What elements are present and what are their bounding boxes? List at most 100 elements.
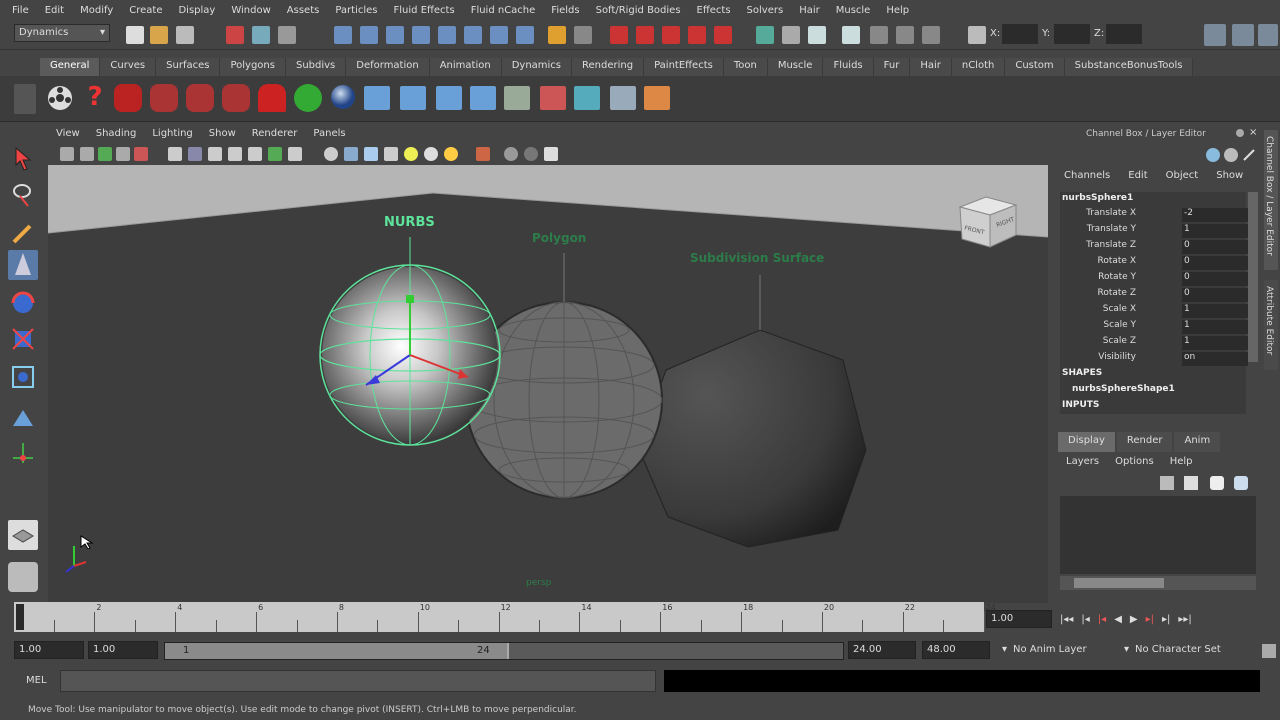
menu-help[interactable]: Help: [878, 5, 917, 16]
channel-menu-channels[interactable]: Channels: [1064, 170, 1110, 184]
render-4-icon[interactable]: [222, 84, 250, 112]
menu-file[interactable]: File: [4, 5, 37, 16]
menu-effects[interactable]: Effects: [689, 5, 739, 16]
joint-3-icon[interactable]: [436, 86, 462, 110]
sphere-icon[interactable]: [330, 84, 356, 110]
panel-menu-view[interactable]: View: [48, 128, 88, 144]
menu-soft-rigid-bodies[interactable]: Soft/Rigid Bodies: [588, 5, 689, 16]
channel-value[interactable]: 1: [1182, 224, 1248, 238]
channel-menu-show[interactable]: Show: [1216, 170, 1243, 184]
menu-create[interactable]: Create: [121, 5, 170, 16]
shelf-tab-general[interactable]: General: [40, 58, 101, 76]
wireframe-on-shaded-icon[interactable]: [364, 147, 378, 161]
go-to-start-icon[interactable]: |◂◂: [1060, 614, 1073, 625]
snap-curve-icon[interactable]: [360, 26, 378, 44]
shelf-tab-deformation[interactable]: Deformation: [346, 58, 430, 76]
help-question-icon[interactable]: ?: [84, 82, 106, 112]
channel-value[interactable]: 0: [1182, 272, 1248, 286]
rotate-tool-icon[interactable]: [8, 288, 38, 318]
cache-icon[interactable]: [610, 86, 636, 110]
channel-value[interactable]: -2: [1182, 208, 1248, 222]
shelf-tab-custom[interactable]: Custom: [1005, 58, 1065, 76]
render-current-icon[interactable]: [756, 26, 774, 44]
select-component-icon[interactable]: [278, 26, 296, 44]
channel-row-rotate-x[interactable]: Rotate X 0: [1064, 256, 1254, 272]
show-attribute-editor-icon[interactable]: [1204, 24, 1226, 46]
construction-history-icon[interactable]: [574, 26, 592, 44]
panel-menu-renderer[interactable]: Renderer: [244, 128, 306, 144]
joint-2-icon[interactable]: [400, 86, 426, 110]
shelf-tab-ncloth[interactable]: nCloth: [951, 58, 1006, 76]
channel-row-scale-z[interactable]: Scale Z 1: [1064, 336, 1254, 352]
menu-fields[interactable]: Fields: [543, 5, 587, 16]
command-input[interactable]: [60, 670, 656, 692]
help-query-icon[interactable]: [516, 26, 534, 44]
isolate-select-icon[interactable]: [476, 147, 490, 161]
render-2-icon[interactable]: [150, 84, 178, 112]
play-backwards-icon[interactable]: ◀: [1114, 614, 1122, 625]
animation-end-field[interactable]: 48.00: [922, 641, 990, 659]
save-scene-icon[interactable]: [176, 26, 194, 44]
shelf-tab-substancebonustools[interactable]: SubstanceBonusTools: [1064, 58, 1194, 76]
perspective-viewport[interactable]: NURBS Polygon Subdivision Surface persp …: [48, 165, 1048, 603]
shelf-menu-icon[interactable]: [14, 84, 36, 114]
channel-value[interactable]: 0: [1182, 240, 1248, 254]
playback-start-field[interactable]: 1.00: [88, 641, 158, 659]
channel-box-side-tab[interactable]: Channel Box / Layer Editor: [1264, 130, 1278, 270]
channel-row-scale-x[interactable]: Scale X 1: [1064, 304, 1254, 320]
show-manipulator-icon[interactable]: [8, 438, 38, 468]
move-tool-icon[interactable]: [8, 250, 38, 280]
channel-value[interactable]: 0: [1182, 288, 1248, 302]
green-arrow-icon[interactable]: [294, 84, 322, 112]
channel-value[interactable]: 1: [1182, 336, 1248, 350]
snap-grid-icon[interactable]: [334, 26, 352, 44]
ipr-render-icon[interactable]: [782, 26, 800, 44]
layer-menu-help[interactable]: Help: [1170, 456, 1193, 470]
bookmark-icon[interactable]: [98, 147, 112, 161]
menu-set-dropdown[interactable]: Dynamics ▾: [14, 24, 110, 42]
absolute-transform-icon[interactable]: [968, 26, 986, 44]
shelf-tab-surfaces[interactable]: Surfaces: [156, 58, 221, 76]
scale-tool-icon[interactable]: [8, 324, 38, 354]
shelf-tab-dynamics[interactable]: Dynamics: [501, 58, 573, 76]
new-layer-selected-icon[interactable]: [1184, 476, 1198, 490]
input-line-icon[interactable]: [870, 26, 888, 44]
shelf-tab-polygons[interactable]: Polygons: [220, 58, 286, 76]
range-slider[interactable]: 1 24: [164, 642, 844, 660]
channel-row-rotate-z[interactable]: Rotate Z 0: [1064, 288, 1254, 304]
snap-magnet-5-icon[interactable]: [714, 26, 732, 44]
command-language-label[interactable]: MEL: [26, 675, 47, 686]
search-icon[interactable]: [1206, 148, 1220, 162]
layer-tab-display[interactable]: Display: [1058, 432, 1115, 452]
menu-solvers[interactable]: Solvers: [739, 5, 792, 16]
film-gate-icon[interactable]: [188, 147, 202, 161]
channel-value[interactable]: 1: [1182, 320, 1248, 334]
playback-end-field[interactable]: 24.00: [848, 641, 916, 659]
channel-value[interactable]: 0: [1182, 256, 1248, 270]
shelf-tab-animation[interactable]: Animation: [429, 58, 502, 76]
panel-menu-panels[interactable]: Panels: [305, 128, 353, 144]
step-forward-key-icon[interactable]: ▸|: [1146, 614, 1154, 625]
render-3-icon[interactable]: [186, 84, 214, 112]
render-icon[interactable]: [114, 84, 142, 112]
channel-row-translate-y[interactable]: Translate Y 1: [1064, 224, 1254, 240]
shelf-tab-fluids[interactable]: Fluids: [823, 58, 874, 76]
channel-row-translate-x[interactable]: Translate X -2: [1064, 208, 1254, 224]
menu-muscle[interactable]: Muscle: [828, 5, 879, 16]
character-set-dropdown[interactable]: ▾ No Character Set: [1120, 642, 1260, 660]
x-field[interactable]: [1002, 24, 1038, 44]
wireframe-icon[interactable]: [324, 147, 338, 161]
graph-icon[interactable]: [504, 86, 530, 110]
panel-menu-lighting[interactable]: Lighting: [144, 128, 200, 144]
layer-menu-layers[interactable]: Layers: [1066, 456, 1099, 470]
channel-row-visibility[interactable]: Visibility on: [1064, 352, 1254, 368]
snap-magnet-3-icon[interactable]: [662, 26, 680, 44]
soft-mod-tool-icon[interactable]: [8, 402, 38, 432]
image-plane-icon[interactable]: [116, 147, 130, 161]
camera-select-icon[interactable]: [60, 147, 74, 161]
textured-icon[interactable]: [384, 147, 398, 161]
snap-magnet-icon[interactable]: [610, 26, 628, 44]
joint-icon[interactable]: [364, 86, 390, 110]
channel-value[interactable]: 1: [1182, 304, 1248, 318]
camera-attributes-icon[interactable]: [80, 147, 94, 161]
